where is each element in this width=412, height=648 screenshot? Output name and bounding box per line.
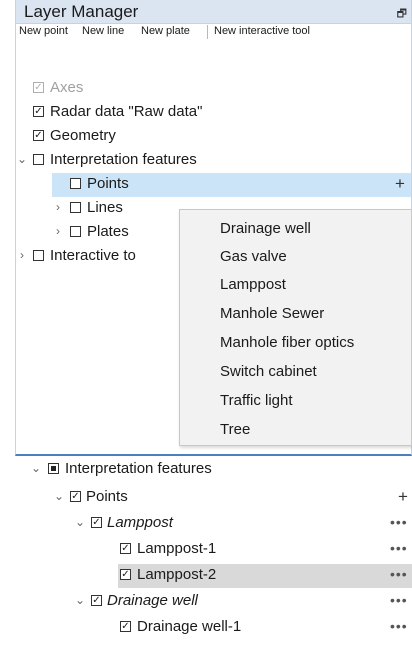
tree-item-label: Interpretation features	[50, 151, 197, 168]
chevron-down-icon[interactable]: ⌄	[74, 515, 86, 529]
more-options-icon[interactable]: •••	[390, 540, 408, 556]
lamppost-checkbox[interactable]	[91, 517, 102, 528]
more-options-icon[interactable]: •••	[390, 592, 408, 608]
tree-item-geometry[interactable]: Geometry	[16, 125, 396, 149]
menu-item-drainage-well[interactable]: Drainage well	[220, 220, 311, 237]
tree-item-lines[interactable]: › Lines	[52, 197, 192, 221]
points-checkbox[interactable]	[70, 491, 81, 502]
tree-item-label: Points	[86, 488, 128, 505]
tree-item-interpretation-features[interactable]: ⌄ Interpretation features	[16, 149, 396, 173]
chevron-down-icon[interactable]: ⌄	[74, 593, 86, 607]
menu-item-manhole-fiber-optics[interactable]: Manhole fiber optics	[220, 334, 354, 351]
interactive-tools-checkbox[interactable]	[33, 250, 44, 261]
drainage-well-checkbox[interactable]	[91, 595, 102, 606]
plates-checkbox[interactable]	[70, 226, 81, 237]
interpretation-features-checkbox[interactable]	[48, 463, 59, 474]
chevron-down-icon[interactable]: ⌄	[30, 461, 42, 475]
chevron-down-icon[interactable]: ⌄	[53, 489, 65, 503]
lamppost-1-checkbox[interactable]	[120, 543, 131, 554]
lines-checkbox[interactable]	[70, 202, 81, 213]
tree-item-label: Lamppost-1	[137, 540, 217, 557]
axes-checkbox[interactable]	[33, 82, 44, 93]
tree-item-label: Geometry	[50, 127, 116, 144]
tree-item-interactive-tools[interactable]: › Interactive to	[16, 245, 180, 269]
tree-item-label: Axes	[50, 79, 84, 96]
points-checkbox[interactable]	[70, 178, 81, 189]
chevron-down-icon[interactable]: ⌄	[16, 152, 28, 166]
tree-item-drainage-well-1[interactable]: Drainage well-1 •••	[118, 616, 410, 640]
tree-item-drainage-well[interactable]: ⌄ Drainage well •••	[74, 590, 410, 614]
tree-item-lamppost[interactable]: ⌄ Lamppost •••	[74, 512, 410, 536]
more-options-icon[interactable]: •••	[390, 566, 408, 582]
toolbar-separator	[207, 25, 208, 39]
tree-item-interpretation-features-2[interactable]: ⌄ Interpretation features	[30, 458, 410, 482]
tree-item-points-2[interactable]: ⌄ Points +	[53, 486, 410, 510]
more-options-icon[interactable]: •••	[390, 618, 408, 634]
lamppost-2-checkbox[interactable]	[120, 569, 131, 580]
chevron-right-icon[interactable]: ›	[16, 248, 28, 262]
menu-item-lamppost[interactable]: Lamppost	[220, 276, 286, 293]
tree-item-label: Points	[87, 175, 129, 192]
add-point-context-menu: Drainage well Gas valve Lamppost Manhole…	[179, 209, 412, 446]
interpretation-features-checkbox[interactable]	[33, 154, 44, 165]
chevron-right-icon[interactable]: ›	[52, 224, 64, 238]
tree-item-label: Drainage well	[107, 592, 198, 609]
add-icon[interactable]: +	[398, 487, 408, 507]
new-point-button[interactable]: New point	[19, 25, 68, 37]
tree-item-label: Lines	[87, 199, 123, 216]
second-tree: ⌄ Interpretation features ⌄ Points + ⌄ L…	[15, 458, 412, 648]
tree-item-points[interactable]: Points +	[52, 173, 411, 197]
tree-item-label: Radar data "Raw data"	[50, 103, 203, 120]
restore-icon[interactable]: 🗗	[397, 5, 407, 24]
menu-item-manhole-sewer[interactable]: Manhole Sewer	[220, 305, 324, 322]
panel-titlebar: Layer Manager 🗗	[16, 0, 411, 24]
tree-item-axes[interactable]: Axes	[16, 77, 396, 101]
drainage-well-1-checkbox[interactable]	[120, 621, 131, 632]
panel-title: Layer Manager	[24, 2, 139, 21]
menu-item-tree[interactable]: Tree	[220, 421, 250, 438]
geometry-checkbox[interactable]	[33, 130, 44, 141]
radar-data-checkbox[interactable]	[33, 106, 44, 117]
menu-item-gas-valve[interactable]: Gas valve	[220, 248, 287, 265]
tree-item-radar-data[interactable]: Radar data "Raw data"	[16, 101, 396, 125]
tree-item-label: Lamppost	[107, 514, 173, 531]
more-options-icon[interactable]: •••	[390, 514, 408, 530]
chevron-right-icon[interactable]: ›	[52, 200, 64, 214]
menu-item-switch-cabinet[interactable]: Switch cabinet	[220, 363, 317, 380]
tree-item-lamppost-2[interactable]: Lamppost-2 •••	[118, 564, 412, 588]
tree-item-label: Lamppost-2	[137, 566, 217, 583]
add-icon[interactable]: +	[395, 174, 405, 194]
tree-item-label: Interpretation features	[65, 460, 212, 477]
new-plate-button[interactable]: New plate	[141, 25, 190, 37]
tree-item-plates[interactable]: › Plates	[52, 221, 192, 245]
menu-item-traffic-light[interactable]: Traffic light	[220, 392, 293, 409]
tree-item-label: Plates	[87, 223, 129, 240]
tree-item-label: Interactive to	[50, 247, 136, 264]
tree-item-lamppost-1[interactable]: Lamppost-1 •••	[118, 538, 410, 562]
new-line-button[interactable]: New line	[82, 25, 124, 37]
tree-item-label: Drainage well-1	[137, 618, 242, 635]
new-interactive-tool-button[interactable]: New interactive tool	[214, 25, 310, 37]
